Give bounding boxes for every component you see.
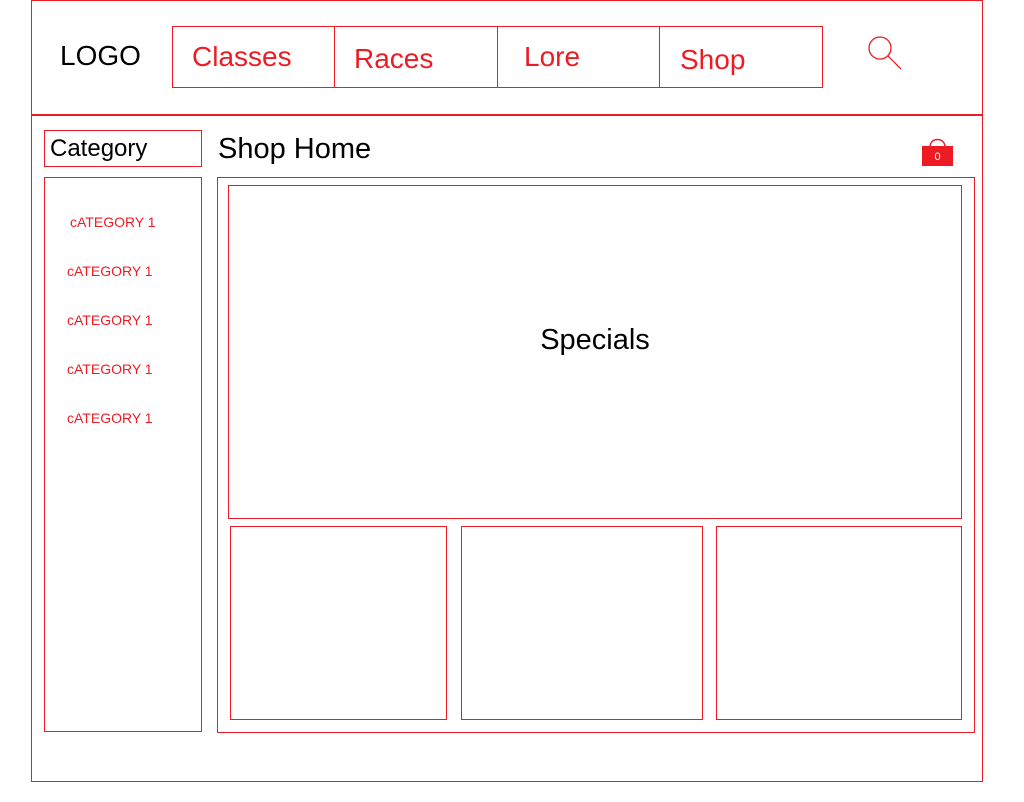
category-item[interactable]: cATEGORY 1 <box>67 361 153 377</box>
nav-item-shop[interactable]: Shop <box>660 27 822 87</box>
category-sidebar: cATEGORY 1 cATEGORY 1 cATEGORY 1 cATEGOR… <box>44 177 202 732</box>
category-item[interactable]: cATEGORY 1 <box>67 312 153 328</box>
category-item[interactable]: cATEGORY 1 <box>67 263 153 279</box>
cart-button[interactable]: 0 <box>920 136 955 168</box>
page-title: Shop Home <box>218 133 372 165</box>
main-nav: Classes Races Lore Shop <box>172 26 823 88</box>
cart-count-badge: 0 <box>934 151 941 163</box>
specials-label: Specials <box>540 324 650 356</box>
nav-item-races[interactable]: Races <box>335 27 498 87</box>
product-card[interactable] <box>230 526 447 720</box>
category-item[interactable]: cATEGORY 1 <box>70 214 156 230</box>
search-icon[interactable] <box>866 34 906 74</box>
product-card[interactable] <box>716 526 962 720</box>
product-card[interactable] <box>461 526 703 720</box>
specials-banner[interactable]: Specials <box>228 185 962 519</box>
header-divider <box>31 114 983 116</box>
logo[interactable]: LOGO <box>60 40 141 72</box>
category-heading: Category <box>44 130 202 167</box>
category-item[interactable]: cATEGORY 1 <box>67 410 153 426</box>
nav-item-lore[interactable]: Lore <box>498 27 660 87</box>
nav-item-classes[interactable]: Classes <box>173 27 335 87</box>
